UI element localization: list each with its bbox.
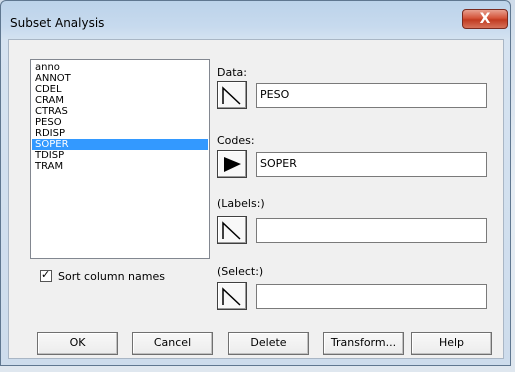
help-button[interactable]: Help (411, 332, 492, 355)
data-label: Data: (217, 66, 247, 79)
select-field[interactable] (256, 284, 487, 309)
list-item[interactable]: RDISP (32, 128, 208, 139)
column-listbox[interactable]: anno ANNOT CDEL CRAM CTRAS PESO RDISP SO… (30, 59, 210, 259)
sort-column-names-checkbox[interactable]: ✓ (40, 268, 52, 282)
labels-field[interactable] (256, 218, 487, 243)
arrow-outline-icon (222, 86, 241, 105)
subset-analysis-dialog: Subset Analysis X anno ANNOT CDEL CRAM C… (0, 0, 511, 366)
list-item[interactable]: ANNOT (32, 73, 208, 84)
close-button[interactable]: X (462, 9, 508, 29)
select-select-arrow-button[interactable] (217, 282, 247, 310)
data-field[interactable]: PESO (256, 83, 487, 108)
list-item[interactable]: TDISP (32, 150, 208, 161)
transform-button[interactable]: Transform... (323, 332, 404, 355)
list-item-selected[interactable]: SOPER (32, 139, 208, 150)
list-item[interactable]: PESO (32, 117, 208, 128)
codes-label: Codes: (217, 134, 255, 147)
checkmark-icon: ✓ (41, 268, 51, 281)
cancel-button[interactable]: Cancel (132, 332, 213, 355)
arrow-outline-icon (222, 221, 241, 240)
list-item[interactable]: CTRAS (32, 106, 208, 117)
dialog-client-area: anno ANNOT CDEL CRAM CTRAS PESO RDISP SO… (8, 39, 504, 359)
list-item[interactable]: CRAM (32, 95, 208, 106)
window-title: Subset Analysis (10, 16, 105, 30)
sort-column-names-label: Sort column names (58, 270, 165, 283)
codes-field[interactable]: SOPER (256, 152, 487, 177)
list-item[interactable]: TRAM (32, 161, 208, 172)
data-select-arrow-button[interactable] (217, 81, 247, 109)
list-item[interactable]: anno (32, 62, 208, 73)
arrow-outline-icon (222, 287, 241, 306)
codes-select-arrow-button[interactable] (217, 150, 247, 178)
select-label: (Select:) (217, 265, 264, 278)
title-bar: Subset Analysis X (1, 1, 510, 39)
close-icon: X (479, 11, 491, 27)
delete-button[interactable]: Delete (228, 332, 309, 355)
list-item[interactable]: CDEL (32, 84, 208, 95)
arrow-filled-icon (224, 157, 241, 172)
labels-select-arrow-button[interactable] (217, 216, 247, 244)
labels-label: (Labels:) (217, 197, 265, 210)
ok-button[interactable]: OK (37, 332, 118, 355)
